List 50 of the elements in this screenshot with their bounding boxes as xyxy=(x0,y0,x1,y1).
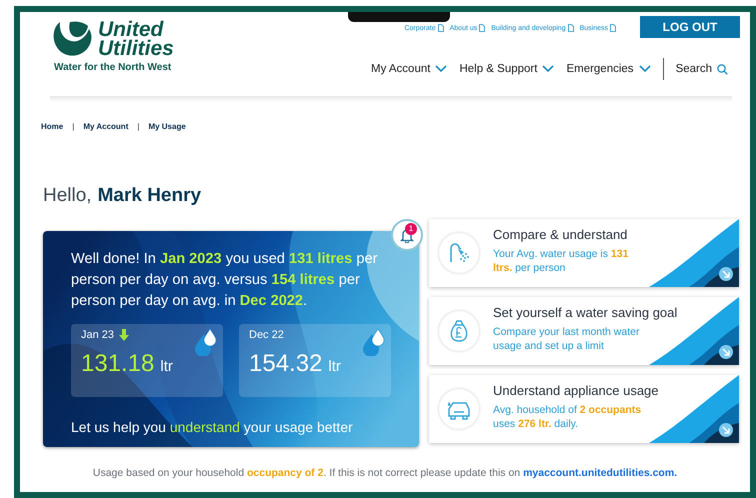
usage-summary: Well done! In Jan 2023 you used 131 litres per person per day on avg. versus 154 litres per person per day on avg. in Dec 2022. xyxy=(71,250,378,311)
arrow-icon[interactable] xyxy=(719,267,733,281)
tile-label: Dec 22 xyxy=(249,329,284,341)
external-link-icon xyxy=(610,24,616,32)
external-link-icon xyxy=(438,24,444,32)
tagline: Water for the North West xyxy=(53,62,172,73)
nav-menu[interactable]: Emergencies xyxy=(566,63,651,75)
water-drop-icon xyxy=(361,326,387,356)
breadcrumb-link[interactable]: My Usage xyxy=(148,122,186,131)
bell-icon xyxy=(400,228,414,242)
greeting-label: Hello, xyxy=(43,185,92,207)
help-text: Let us help you understand your usage better xyxy=(71,419,354,435)
breadcrumb-separator: | xyxy=(137,122,140,131)
unit-label: ltr xyxy=(160,358,173,375)
breadcrumb-link[interactable]: Home xyxy=(41,122,64,131)
chevron-down-icon xyxy=(542,65,554,73)
money-bag-icon xyxy=(448,319,470,343)
usage-value: 154.32 xyxy=(249,350,322,378)
account-link[interactable]: myaccount.unitedutilities.com. xyxy=(523,467,678,479)
card-description: Compare your last month water usage and set up a limit xyxy=(493,325,640,353)
card-description: Avg. household of 2 occupants uses 276 ltr. daily. xyxy=(493,403,642,431)
nav-menu[interactable]: Help & Support xyxy=(459,63,554,75)
breadcrumb-link[interactable]: My Account xyxy=(83,122,128,131)
shower-icon xyxy=(448,242,470,264)
card-title: Compare & understand xyxy=(493,227,628,242)
feature-card[interactable]: Compare & understand Your Avg. water usage is 131 ltrs. per person xyxy=(429,219,739,287)
nav-menu[interactable]: My Account xyxy=(370,63,448,75)
search-icon xyxy=(717,64,728,74)
tile-label: Jan 23 xyxy=(81,329,114,341)
unit-label: ltr xyxy=(328,358,341,375)
down-arrow-icon xyxy=(118,329,130,341)
chevron-down-icon xyxy=(435,65,448,73)
arrow-icon[interactable] xyxy=(719,345,733,359)
external-link-icon xyxy=(479,24,486,32)
card-title: Set yourself a water saving goal xyxy=(493,305,678,320)
arrow-icon[interactable] xyxy=(719,423,733,437)
usage-value: 131.18 xyxy=(81,350,154,378)
search-link[interactable]: Search xyxy=(676,63,728,75)
card-description: Your Avg. water usage is 131 ltrs. per person xyxy=(493,247,630,275)
feature-card[interactable]: Set yourself a water saving goal Compare your last month water usage and set up a limit xyxy=(429,297,739,365)
feature-card[interactable]: Understand appliance usage Avg. household of 2 occupants uses 276 ltr. daily. xyxy=(429,375,739,443)
logout-button[interactable]: LOG OUT xyxy=(640,16,740,38)
user-name: Mark Henry xyxy=(98,185,202,207)
chevron-down-icon xyxy=(638,65,651,73)
occupancy-note: Usage based on your household occupancy of 2. If this is not correct please update this on myaccount.unitedutilities.com. xyxy=(92,467,678,479)
logo-name: United Utilities xyxy=(98,20,175,58)
card-title: Understand appliance usage xyxy=(493,383,659,398)
water-drop-icon xyxy=(193,326,219,356)
breadcrumb-separator: | xyxy=(72,122,74,131)
external-link-icon xyxy=(568,24,574,32)
